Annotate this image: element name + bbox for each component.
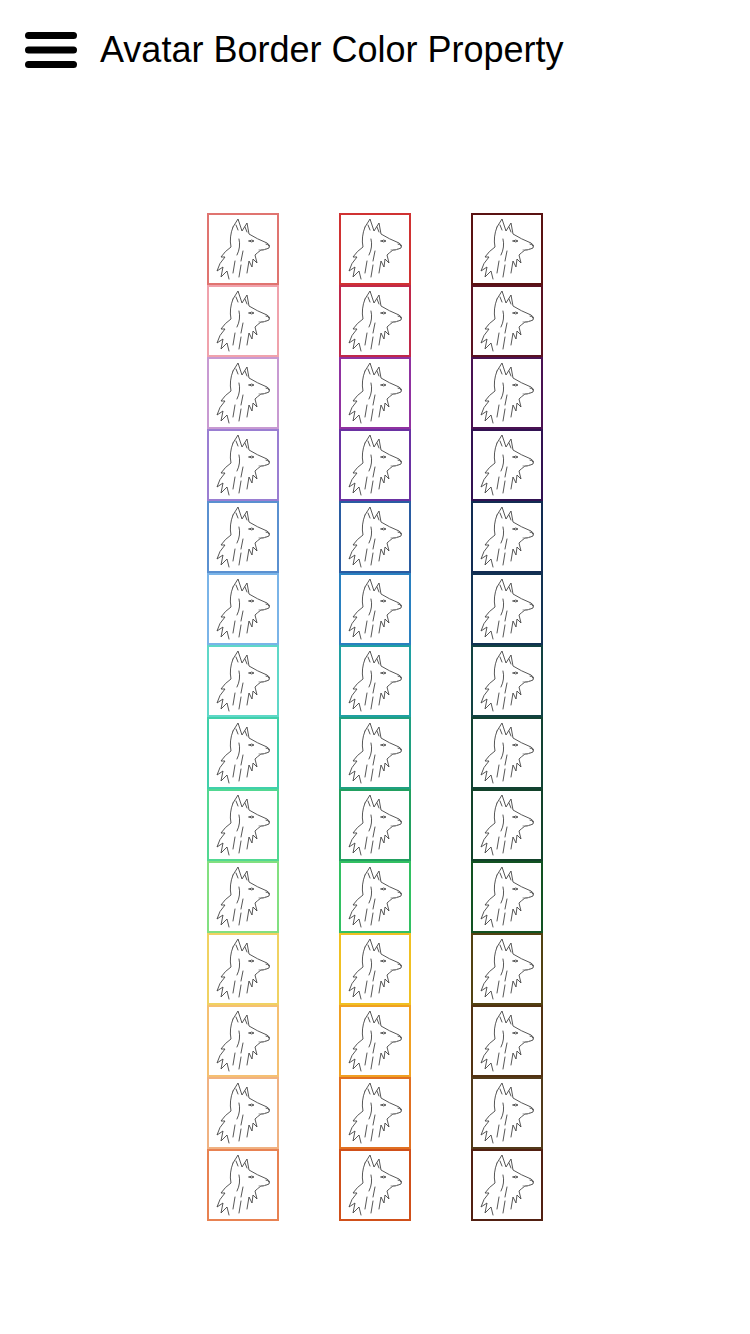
- avatar: [207, 501, 279, 573]
- avatar: [207, 861, 279, 933]
- avatar: [339, 1077, 411, 1149]
- wolf-icon: [475, 721, 539, 785]
- avatar: [339, 933, 411, 1005]
- wolf-icon: [211, 1009, 275, 1073]
- avatar: [207, 357, 279, 429]
- page-title: Avatar Border Color Property: [100, 28, 564, 71]
- avatar: [207, 573, 279, 645]
- avatar: [471, 501, 543, 573]
- wolf-icon: [211, 289, 275, 353]
- wolf-icon: [343, 937, 407, 1001]
- wolf-icon: [211, 793, 275, 857]
- wolf-icon: [475, 937, 539, 1001]
- avatar: [207, 1149, 279, 1221]
- avatar: [207, 789, 279, 861]
- wolf-icon: [475, 289, 539, 353]
- avatar: [207, 933, 279, 1005]
- wolf-icon: [343, 721, 407, 785]
- avatar-column: [471, 213, 543, 1221]
- avatar: [207, 1077, 279, 1149]
- wolf-icon: [343, 649, 407, 713]
- avatar: [207, 1005, 279, 1077]
- avatar: [471, 1149, 543, 1221]
- avatar: [471, 645, 543, 717]
- avatar: [471, 789, 543, 861]
- wolf-icon: [475, 361, 539, 425]
- avatar-column: [207, 213, 279, 1221]
- wolf-icon: [211, 217, 275, 281]
- wolf-icon: [343, 793, 407, 857]
- wolf-icon: [211, 721, 275, 785]
- wolf-icon: [211, 1081, 275, 1145]
- wolf-icon: [475, 433, 539, 497]
- wolf-icon: [211, 1153, 275, 1217]
- avatar: [471, 213, 543, 285]
- avatar: [339, 213, 411, 285]
- avatar: [339, 789, 411, 861]
- avatar: [339, 861, 411, 933]
- avatar: [339, 717, 411, 789]
- avatar: [471, 357, 543, 429]
- avatar: [471, 1005, 543, 1077]
- avatar: [471, 285, 543, 357]
- wolf-icon: [475, 1009, 539, 1073]
- wolf-icon: [343, 1081, 407, 1145]
- wolf-icon: [475, 649, 539, 713]
- avatar: [339, 1149, 411, 1221]
- wolf-icon: [475, 865, 539, 929]
- avatar: [339, 1005, 411, 1077]
- avatar: [339, 357, 411, 429]
- avatar-column: [339, 213, 411, 1221]
- wolf-icon: [211, 577, 275, 641]
- avatar: [471, 573, 543, 645]
- menu-icon[interactable]: [25, 30, 77, 70]
- app-header: Avatar Border Color Property: [0, 0, 750, 100]
- avatar: [207, 717, 279, 789]
- wolf-icon: [343, 865, 407, 929]
- wolf-icon: [475, 577, 539, 641]
- avatar: [339, 573, 411, 645]
- avatar: [471, 861, 543, 933]
- wolf-icon: [343, 505, 407, 569]
- wolf-icon: [475, 1081, 539, 1145]
- wolf-icon: [475, 1153, 539, 1217]
- wolf-icon: [475, 217, 539, 281]
- wolf-icon: [211, 865, 275, 929]
- wolf-icon: [343, 289, 407, 353]
- wolf-icon: [211, 649, 275, 713]
- avatar: [339, 645, 411, 717]
- avatar-grid: [0, 213, 750, 1221]
- avatar: [339, 501, 411, 573]
- wolf-icon: [343, 1009, 407, 1073]
- wolf-icon: [211, 937, 275, 1001]
- avatar: [207, 645, 279, 717]
- avatar: [207, 429, 279, 501]
- avatar: [471, 429, 543, 501]
- wolf-icon: [343, 1153, 407, 1217]
- wolf-icon: [343, 361, 407, 425]
- wolf-icon: [475, 793, 539, 857]
- avatar: [207, 285, 279, 357]
- avatar: [339, 429, 411, 501]
- avatar: [471, 717, 543, 789]
- wolf-icon: [475, 505, 539, 569]
- wolf-icon: [343, 217, 407, 281]
- avatar: [207, 213, 279, 285]
- wolf-icon: [343, 577, 407, 641]
- avatar: [339, 285, 411, 357]
- wolf-icon: [211, 505, 275, 569]
- wolf-icon: [343, 433, 407, 497]
- wolf-icon: [211, 361, 275, 425]
- wolf-icon: [211, 433, 275, 497]
- avatar: [471, 1077, 543, 1149]
- avatar: [471, 933, 543, 1005]
